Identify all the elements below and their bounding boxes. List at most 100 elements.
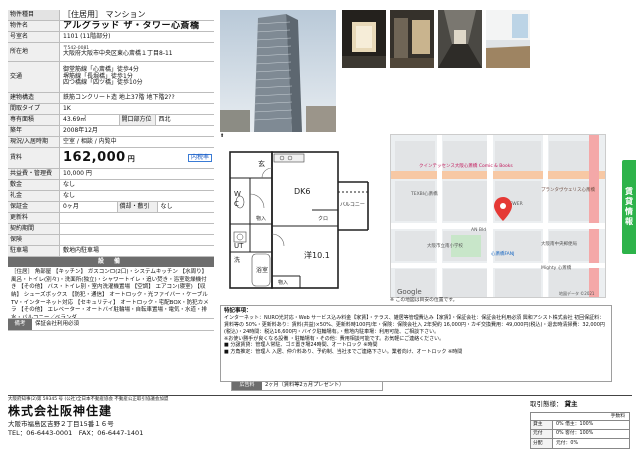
key-money-row: 礼金 なし [8, 191, 214, 202]
map-label-2: TEXBI心斎橋 [410, 190, 438, 197]
contract-row: 契約期間 [8, 224, 214, 235]
equipment-text: ［住居］ 角部屋 【キッチン】 ガスコンロ(2口)・システムキッチン 【水周り】… [8, 267, 214, 319]
insurance-value [60, 235, 214, 245]
ad-fee-row: 広告料 2ヶ月（賃料等2ヵ月プレゼント） [231, 382, 383, 391]
map-label-7: 心斎橋FANJ [491, 250, 514, 257]
notes-body: インターネット：NURO光対応・Web サービス込み料金【家賃】・テラス、雑居等… [224, 315, 605, 356]
bath-label: 浴室 [256, 266, 268, 274]
location-label: 所在地 [8, 43, 60, 61]
wc-label: W [234, 190, 241, 198]
guarantee-row: 保証金 0ヶ月 償却・敷引 なし [8, 202, 214, 213]
entrance-photo [342, 10, 386, 68]
rent-row: 賃料 162,000 円 内税率 [8, 148, 214, 169]
footer-divider [8, 395, 632, 396]
map-label-3: 大阪市立南小学校 [427, 242, 463, 249]
tax-badge: 内税率 [187, 153, 212, 163]
traffic-row: 交通 御堂筋線「心斎橋」徒歩4分 堺筋線「長堀橋」徒歩1分 四つ橋線「四ツ橋」徒… [8, 62, 214, 93]
structure-value: 鉄筋コンクリート造 地上37階 地下階2?? [63, 93, 175, 101]
map-note: ※ この地図は目安の位置です。 [390, 298, 458, 303]
rent-label: 賃料 [8, 148, 60, 168]
closet-top-label: 物入 [256, 215, 266, 222]
renewal-value [60, 213, 214, 223]
deposit-label: 敷金 [8, 180, 60, 190]
built-row: 築年 2008年12月 [8, 126, 214, 137]
ut-label: UT [234, 242, 244, 250]
direction-label: 開口部方位 [119, 115, 156, 125]
name-label: 物件名 [8, 21, 60, 31]
amort-label: 償却・敷引 [117, 202, 158, 212]
commission-key: 分配 [531, 438, 553, 448]
built-value: 2008年12月 [63, 126, 98, 134]
area-label: 専有面積 [8, 115, 60, 125]
washer-label: 洗 [234, 256, 240, 264]
commission-key: 元付 [531, 429, 553, 438]
deal-block: 取引態様： 貸主 手数料 貸主 0% 借主：100% 元付 0% 客付：100% … [530, 400, 630, 449]
company-block: 大阪府知事(2)第 59345 号 (公社)全日本不動産協会 不動産公正取引協議… [8, 397, 338, 438]
company-address: 大阪市福島区吉野２丁目15番１６号 [8, 419, 114, 428]
area-value: 43.69㎡ [60, 115, 120, 125]
commission-value: 0% 客付：100% [556, 431, 594, 437]
storage-bottom-label: 物入 [278, 279, 288, 286]
mgmt-value: 10,000 円 [63, 169, 92, 177]
traffic-line-3: 四つ橋線「四ツ橋」徒歩10分 [63, 79, 143, 87]
name-row: 物件名 アルグラッド ザ・タワー心斎橋 [8, 21, 214, 32]
wc-label-2: C [234, 200, 239, 208]
side-tab-char-4: 報 [625, 217, 633, 226]
key-value: なし [63, 191, 76, 199]
parking-row: 駐車場 敷地内駐車場 [8, 246, 214, 257]
status-row: 現況/入居時期 空室 / 相談 / 内覧中 [8, 137, 214, 148]
address-row: 所在地 〒542-0081 大阪府大阪市中央区東心斎橋１丁目8-11 [8, 43, 214, 62]
commission-key: 貸主 [531, 420, 553, 429]
room-row: 号室名 1101 (11階部分) [8, 32, 214, 43]
map-copyright: 地図データ ©2021 [559, 290, 595, 296]
contract-value [60, 224, 214, 234]
structure-label: 建物構造 [8, 93, 60, 103]
built-label: 築年 [8, 126, 60, 136]
contract-label: 契約期間 [8, 224, 60, 234]
remarks-row: 備考 保証会社利用必須 [8, 319, 214, 331]
mgmt-fee-row: 共益費・管理費 10,000 円 [8, 169, 214, 180]
side-tab-char-1: 賃 [625, 187, 633, 196]
traffic-label: 交通 [8, 62, 60, 92]
deposit-row: 敷金 なし [8, 180, 214, 191]
closet-label: クロ [318, 216, 328, 222]
building-exterior-photo [220, 10, 336, 132]
map-label-8: Mighty 心斎橋 [541, 264, 572, 271]
room-value: 1101 (11階部分) [63, 32, 111, 40]
corridor-photo [438, 10, 482, 68]
north-arrow-icon: ⬆ [220, 133, 225, 139]
property-name: アルグラッド ザ・タワー心斎橋 [63, 21, 200, 31]
commission-table: 手数料 貸主 0% 借主：100% 元付 0% 客付：100% 分配 元付：0% [530, 411, 630, 449]
remarks-label: 備考 [8, 319, 32, 330]
map-logo: Google [397, 288, 422, 296]
parking-value: 敷地内駐車場 [63, 246, 100, 254]
rent-unit: 円 [127, 154, 136, 163]
insurance-label: 保険 [8, 235, 60, 245]
equipment-header: 設 備 [8, 257, 214, 267]
area-row: 専有面積 43.69㎡ 開口部方位 西北 [8, 115, 214, 126]
side-tab-char-2: 貸 [625, 197, 633, 206]
type-row: 物件種目 ［住居用］ マンション [8, 10, 214, 21]
layout-row: 間取タイプ 1K [8, 104, 214, 115]
deposit-value: なし [63, 180, 76, 188]
key-label: 礼金 [8, 191, 60, 201]
mgmt-label: 共益費・管理費 [8, 169, 60, 179]
rental-info-tab[interactable]: 賃 貸 情 報 [622, 160, 636, 254]
map-label-6: AN Bld [471, 227, 486, 233]
lobby-photo [390, 10, 434, 68]
type-label: 物件種目 [8, 10, 60, 20]
floor-plan: ⬆ 玄 W C DK6 バルコニー 物入 クロ UT 洗 浴室 洋10.1 物入 [220, 133, 384, 294]
rent-value: 162,000 [63, 149, 126, 165]
amort-value: なし [160, 202, 173, 210]
guarantee-value: 0ヶ月 [60, 202, 118, 212]
company-name: 株式会社阪神住建 [8, 404, 113, 419]
renewal-row: 更新料 [8, 213, 214, 224]
company-phone: TEL：06-6443-0001 FAX：06-6447-1401 [8, 429, 144, 438]
license-text: 大阪府知事(2)第 59345 号 (公社)全日本不動産協会 不動産公正取引協議… [8, 397, 169, 402]
commission-row: 貸主 0% 借主：100% [531, 420, 629, 430]
structure-row: 建物構造 鉄筋コンクリート造 地上37階 地下階2?? [8, 93, 214, 104]
commission-row: 分配 元付：0% [531, 438, 629, 448]
remarks-value: 保証会社利用必須 [35, 321, 80, 328]
location-map[interactable]: クインテッセンス大阪心斎橋 Comic & Books プランタヴウェリス心斎橋… [390, 134, 606, 298]
room-interior-photo [486, 10, 530, 68]
